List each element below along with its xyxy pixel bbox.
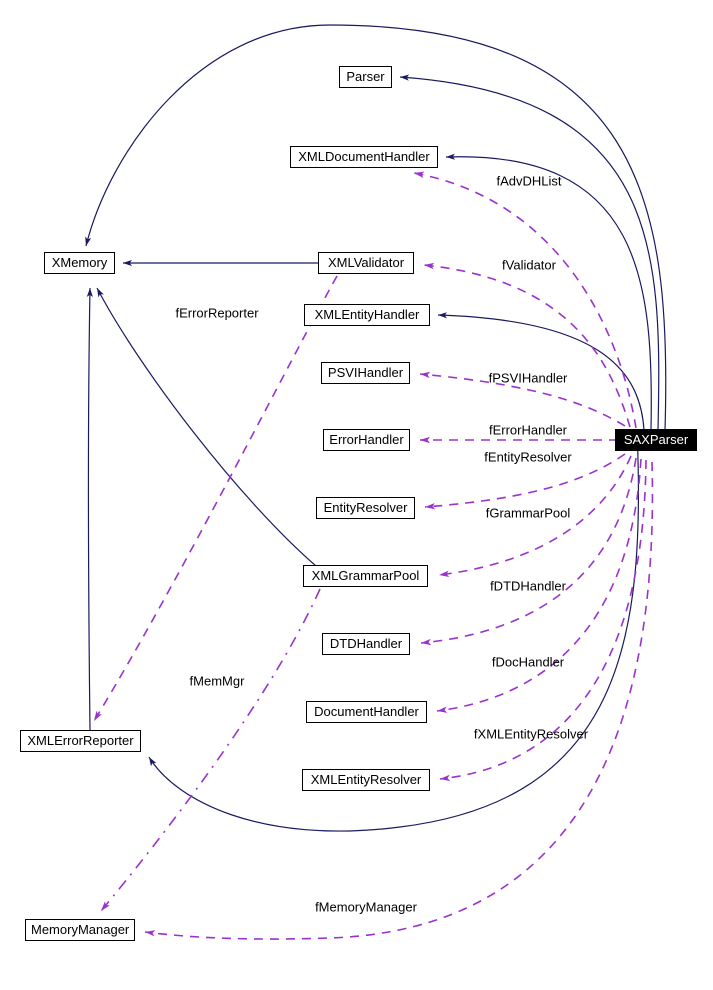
- edge-label-fpsvihandler: fPSVIHandler: [488, 370, 568, 386]
- node-xmlgrammarpool[interactable]: XMLGrammarPool: [303, 565, 428, 587]
- node-dtdhandler[interactable]: DTDHandler: [322, 633, 410, 655]
- node-errorhandler[interactable]: ErrorHandler: [323, 429, 410, 451]
- edge-label-fmemmgr: fMemMgr: [189, 673, 245, 689]
- node-memorymanager[interactable]: MemoryManager: [25, 919, 135, 941]
- edge-label-fxmlentityresolver: fXMLEntityResolver: [473, 726, 589, 742]
- edge-usage-fadvdhlist: [413, 171, 637, 429]
- node-parser[interactable]: Parser: [339, 66, 392, 88]
- edge-usage-fvalidator: [423, 262, 631, 428]
- node-documenthandler[interactable]: DocumentHandler: [306, 701, 427, 723]
- edge-xmlgrammarpool-to-xmemory: [96, 287, 317, 567]
- edge-label-fentityresolver: fEntityResolver: [484, 449, 572, 465]
- node-xmldocumenthandler[interactable]: XMLDocumentHandler: [290, 146, 438, 168]
- edge-label-fvalidator: fValidator: [502, 257, 556, 273]
- edge-saxparser-to-xmldocumenthandler: [445, 153, 652, 431]
- edge-usage-ferrorreporter: [93, 275, 338, 722]
- node-xmlerrorreporter[interactable]: XMLErrorReporter: [20, 730, 141, 752]
- node-xmlvalidator[interactable]: XMLValidator: [318, 252, 414, 274]
- edge-label-fdochandler: fDocHandler: [491, 654, 565, 670]
- node-xmlentityresolver[interactable]: XMLEntityResolver: [302, 769, 430, 791]
- edge-xmlerrorreporter-to-xmemory: [86, 287, 93, 731]
- node-psvihandler[interactable]: PSVIHandler: [321, 362, 410, 384]
- node-entityresolver[interactable]: EntityResolver: [316, 497, 415, 519]
- edge-label-fgrammarpool: fGrammarPool: [485, 505, 571, 521]
- edge-label-ferrorhandler: fErrorHandler: [488, 422, 568, 438]
- edge-usage-fdtdhandler: [420, 457, 637, 646]
- collaboration-diagram: Parser XMLDocumentHandler XMemory XMLVal…: [0, 0, 713, 990]
- node-xmemory[interactable]: XMemory: [44, 252, 115, 274]
- node-xmlentityhandler[interactable]: XMLEntityHandler: [304, 304, 430, 326]
- edge-label-ferrorreporter: fErrorReporter: [175, 305, 259, 321]
- edge-label-fmemorymanager: fMemoryManager: [315, 899, 417, 915]
- usage-edges: [93, 171, 654, 940]
- edge-label-fadvdhlist: fAdvDHList: [496, 173, 562, 189]
- edge-label-fdtdhandler: fDTDHandler: [490, 578, 566, 594]
- node-saxparser[interactable]: SAXParser: [615, 429, 697, 451]
